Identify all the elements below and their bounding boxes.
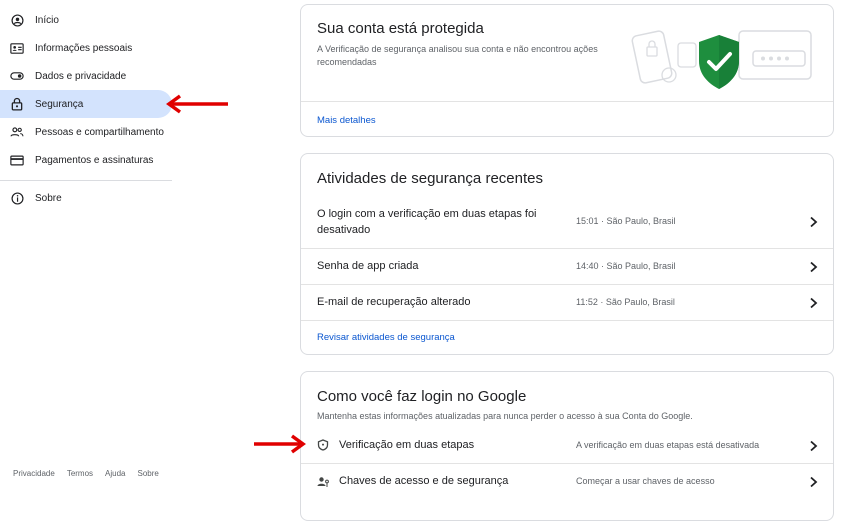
activity-row[interactable]: Senha de app criada 14:40 · São Paulo, B… — [301, 249, 833, 284]
annotation-arrow-icon — [254, 434, 306, 454]
activity-meta: 14:40 · São Paulo, Brasil — [576, 261, 676, 271]
sidebar-divider — [0, 180, 172, 181]
chevron-right-icon — [810, 476, 818, 488]
sidebar-item-seguranca[interactable]: Segurança — [0, 90, 172, 118]
sidebar-item-inicio[interactable]: Início — [0, 6, 172, 34]
card-description: Mantenha estas informações atualizadas p… — [317, 411, 693, 421]
sidebar-item-informacoes-pessoais[interactable]: Informações pessoais — [0, 34, 172, 62]
row-label: Verificação em duas etapas — [339, 439, 475, 451]
activity-label: E-mail de recuperação alterado — [317, 296, 471, 308]
passkey-icon — [317, 477, 329, 487]
sidebar-item-pagamentos-assinaturas[interactable]: Pagamentos e assinaturas — [0, 146, 172, 174]
sidebar-item-sobre[interactable]: Sobre — [0, 184, 172, 212]
id-card-icon — [10, 41, 24, 55]
how-you-sign-in-card: Como você faz login no Google Mantenha e… — [300, 371, 834, 521]
sidebar-item-label: Pessoas e compartilhamento — [35, 126, 164, 138]
recent-security-activity-card: Atividades de segurança recentes O login… — [300, 153, 834, 355]
card-title: Sua conta está protegida — [317, 20, 484, 37]
row-status: A verificação em duas etapas está desati… — [576, 440, 760, 450]
sidebar-item-label: Dados e privacidade — [35, 70, 127, 82]
row-status: Começar a usar chaves de acesso — [576, 476, 715, 486]
revisar-atividades-link[interactable]: Revisar atividades de segurança — [317, 332, 455, 343]
sidebar-item-label: Segurança — [35, 98, 84, 110]
activity-meta: 15:01 · São Paulo, Brasil — [576, 216, 676, 226]
shield-icon — [317, 439, 329, 451]
footer-link-privacidade[interactable]: Privacidade — [13, 469, 55, 478]
lock-icon — [10, 97, 24, 111]
card-title: Como você faz login no Google — [317, 388, 527, 405]
card-title: Atividades de segurança recentes — [317, 170, 543, 187]
security-illustration-icon — [631, 30, 812, 89]
sidebar-item-label: Sobre — [35, 192, 62, 204]
activity-label: Senha de app criada — [317, 260, 419, 272]
activity-meta: 11:52 · São Paulo, Brasil — [576, 297, 675, 307]
footer-links: Privacidade Termos Ajuda Sobre — [13, 469, 159, 478]
passkeys-row[interactable]: Chaves de acesso e de segurança Começar … — [301, 464, 833, 499]
sidebar-item-label: Pagamentos e assinaturas — [35, 154, 154, 166]
footer-link-ajuda[interactable]: Ajuda — [105, 469, 125, 478]
chevron-right-icon — [810, 440, 818, 452]
sidebar-item-label: Início — [35, 14, 59, 26]
activity-label: O login com a verificação em duas etapas… — [317, 208, 537, 236]
footer-link-sobre[interactable]: Sobre — [138, 469, 159, 478]
activity-row[interactable]: O login com a verificação em duas etapas… — [301, 200, 833, 244]
annotation-arrow-icon — [166, 94, 228, 114]
row-label: Chaves de acesso e de segurança — [339, 475, 509, 487]
card-divider — [301, 101, 833, 102]
sidebar-item-pessoas-compartilhamento[interactable]: Pessoas e compartilhamento — [0, 118, 172, 146]
two-step-verification-row[interactable]: Verificação em duas etapas A verificação… — [301, 428, 833, 463]
people-icon — [10, 125, 24, 139]
sidebar-item-label: Informações pessoais — [35, 42, 133, 54]
credit-card-icon — [10, 153, 24, 167]
home-icon — [10, 13, 24, 27]
activity-row[interactable]: E-mail de recuperação alterado 11:52 · S… — [301, 285, 833, 320]
sidebar-nav: Início Informações pessoais Dados e priv… — [0, 0, 190, 507]
card-description: A Verificação de segurança analisou sua … — [317, 44, 598, 67]
sidebar-item-dados-privacidade[interactable]: Dados e privacidade — [0, 62, 172, 90]
info-icon — [10, 191, 24, 205]
chevron-right-icon — [810, 216, 818, 228]
account-protected-card: Sua conta está protegida A Verificação d… — [300, 4, 834, 137]
footer-link-termos[interactable]: Termos — [67, 469, 93, 478]
chevron-right-icon — [810, 261, 818, 273]
chevron-right-icon — [810, 297, 818, 309]
toggle-icon — [10, 69, 24, 83]
mais-detalhes-link[interactable]: Mais detalhes — [317, 115, 376, 126]
row-divider — [301, 320, 833, 321]
